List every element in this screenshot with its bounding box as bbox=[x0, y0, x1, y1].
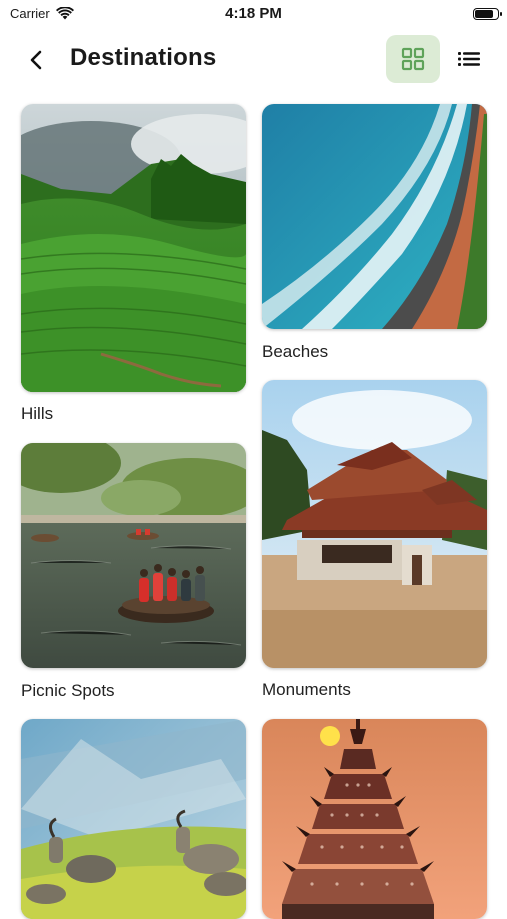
category-card-monuments[interactable]: Monuments bbox=[262, 380, 487, 703]
list-icon bbox=[458, 52, 480, 66]
category-label: Hills bbox=[21, 404, 54, 423]
category-card-beaches[interactable]: Beaches bbox=[262, 104, 487, 364]
list-view-toggle[interactable] bbox=[450, 40, 488, 78]
nav-header: Destinations bbox=[0, 30, 507, 90]
status-time: 4:18 PM bbox=[225, 5, 282, 22]
category-label: Picnic Spots bbox=[21, 681, 115, 700]
wildlife-image bbox=[21, 719, 246, 919]
picnic-spots-image bbox=[21, 443, 246, 668]
category-card-hills[interactable]: Hills bbox=[21, 104, 246, 426]
beaches-image bbox=[262, 104, 487, 329]
chevron-left-icon bbox=[30, 50, 42, 70]
category-card-picnic-spots[interactable]: Picnic Spots bbox=[21, 443, 246, 703]
category-card-wildlife[interactable] bbox=[21, 719, 246, 919]
status-bar: Carrier 4:18 PM bbox=[0, 0, 507, 28]
hills-image bbox=[21, 104, 246, 392]
grid-icon bbox=[401, 47, 425, 71]
battery-icon bbox=[473, 8, 502, 20]
category-card-temple[interactable] bbox=[262, 719, 487, 919]
page-title: Destinations bbox=[70, 44, 217, 71]
grid-view-toggle[interactable] bbox=[386, 35, 440, 83]
temple-image bbox=[262, 719, 487, 919]
category-label: Monuments bbox=[262, 680, 351, 699]
monuments-image bbox=[262, 380, 487, 668]
back-button[interactable] bbox=[22, 44, 50, 76]
category-label: Beaches bbox=[262, 342, 329, 361]
